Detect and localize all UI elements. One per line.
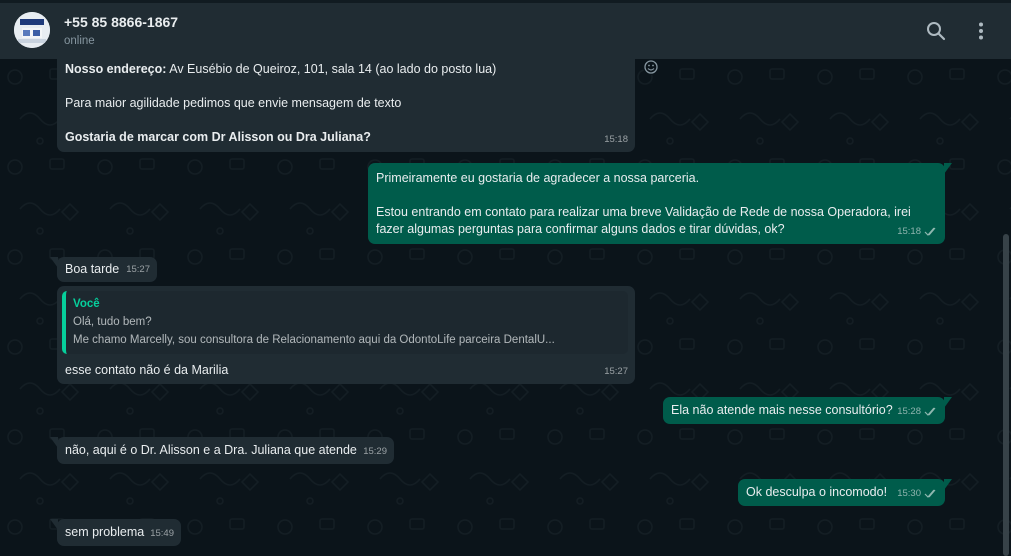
message-text: Boa tarde	[65, 262, 120, 276]
quoted-message[interactable]: Você Olá, tudo bem? Me chamo Marcelly, s…	[62, 291, 628, 354]
message-time: 15:29	[363, 446, 387, 457]
message-incoming[interactable]: sem problema 15:49	[50, 519, 181, 546]
message-meta: 15:29	[363, 443, 387, 460]
message-incoming[interactable]: Nosso endereço: Av Eusébio de Queiroz, 1…	[57, 59, 635, 152]
message-outgoing[interactable]: Ela não atende mais nesse consultório? 1…	[663, 397, 952, 424]
message-time: 15:49	[150, 528, 174, 539]
read-receipt-icon	[924, 489, 936, 498]
message-text-bold: Gostaria de marcar com Dr Alisson ou Dra…	[65, 130, 371, 144]
message-incoming[interactable]: Boa tarde 15:27	[50, 257, 157, 282]
message-incoming[interactable]: não, aqui é o Dr. Alisson e a Dra. Julia…	[50, 437, 394, 464]
contact-avatar[interactable]	[14, 12, 50, 48]
chat-area[interactable]: Nosso endereço: Av Eusébio de Queiroz, 1…	[0, 59, 1011, 556]
message-text: Primeiramente eu gostaria de agradecer a…	[376, 171, 700, 185]
message-time: 15:30	[897, 488, 921, 499]
read-receipt-icon	[924, 407, 936, 416]
contact-name[interactable]: +55 85 8866-1867	[64, 14, 178, 30]
message-meta: 15:27	[126, 261, 150, 278]
message-time: 15:18	[604, 134, 628, 145]
message-outgoing[interactable]: Primeiramente eu gostaria de agradecer a…	[368, 163, 952, 244]
address-value: Av Eusébio de Queiroz, 101, sala 14 (ao …	[166, 62, 497, 76]
message-text: Ok desculpa o incomodo!	[746, 485, 888, 499]
menu-icon[interactable]	[970, 20, 992, 42]
message-time: 15:27	[604, 366, 628, 377]
message-meta: 15:18	[897, 223, 938, 240]
message-text: Nosso endereço: Av Eusébio de Queiroz, 1…	[65, 61, 496, 78]
message-text: Estou entrando em contato para realizar …	[376, 205, 911, 219]
search-icon[interactable]	[925, 20, 947, 42]
message-meta: 15:18	[604, 131, 628, 148]
message-text: esse contato não é da Marilia	[65, 363, 229, 377]
message-text: fazer algumas perguntas para confirmar a…	[376, 222, 785, 236]
quoted-text: Me chamo Marcelly, sou consultora de Rel…	[73, 334, 555, 346]
quoted-author: Você	[73, 298, 100, 310]
message-time: 15:27	[126, 264, 150, 275]
message-meta: 15:27	[604, 363, 628, 380]
quoted-text: Olá, tudo bem?	[73, 316, 152, 328]
message-meta: 15:28	[897, 403, 938, 420]
address-label: Nosso endereço:	[65, 62, 167, 76]
message-text: Para maior agilidade pedimos que envie m…	[65, 96, 402, 110]
read-receipt-icon	[924, 227, 936, 236]
message-meta: 15:30	[897, 485, 938, 502]
bubble-tail	[50, 519, 58, 530]
chat-scrollbar[interactable]	[1003, 234, 1009, 556]
message-time: 15:28	[897, 406, 921, 417]
message-outgoing[interactable]: Ok desculpa o incomodo! 15:30	[738, 479, 952, 506]
bubble-tail	[944, 479, 952, 490]
contact-status: online	[64, 35, 95, 47]
bubble-tail	[944, 163, 952, 174]
message-text: não, aqui é o Dr. Alisson e a Dra. Julia…	[65, 443, 357, 457]
message-incoming-reply[interactable]: Você Olá, tudo bem? Me chamo Marcelly, s…	[57, 286, 635, 384]
react-emoji-icon[interactable]	[643, 59, 659, 75]
chat-header: +55 85 8866-1867 online	[0, 0, 1011, 59]
bubble-tail	[50, 437, 58, 448]
bubble-tail	[944, 397, 952, 408]
message-text: sem problema	[65, 525, 145, 539]
message-meta: 15:49	[150, 525, 174, 542]
message-text: Ela não atende mais nesse consultório?	[671, 403, 893, 417]
message-time: 15:18	[897, 226, 921, 237]
bubble-tail	[50, 257, 58, 268]
